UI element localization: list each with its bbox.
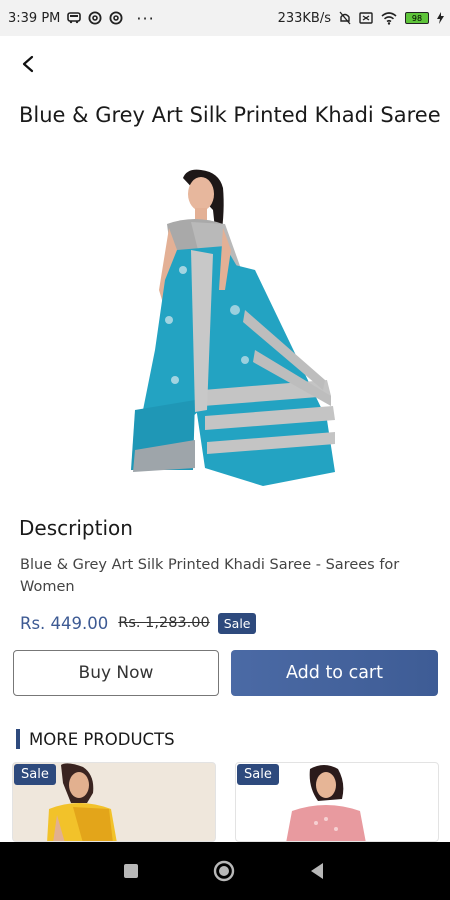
bus-icon <box>67 12 82 24</box>
section-accent-bar <box>16 729 20 749</box>
sale-badge: Sale <box>217 612 257 634</box>
at-icon <box>88 11 102 25</box>
back-triangle-icon[interactable] <box>309 862 325 880</box>
product-card[interactable]: Sale <box>235 762 439 842</box>
back-arrow-icon <box>22 55 34 73</box>
buy-now-button[interactable]: Buy Now <box>13 650 219 696</box>
status-bar: 3:39 PM ··· 233KB/s 98 <box>0 0 450 36</box>
product-image[interactable] <box>95 150 355 500</box>
back-button[interactable] <box>14 50 42 78</box>
clock: 3:39 PM <box>8 10 61 26</box>
at-icon <box>109 11 123 25</box>
add-to-cart-button[interactable]: Add to cart <box>231 650 438 696</box>
more-products-heading: MORE PRODUCTS <box>16 728 175 750</box>
mute-icon <box>339 11 351 25</box>
sale-badge: Sale <box>14 764 56 785</box>
recents-icon[interactable] <box>124 864 138 878</box>
sale-badge: Sale <box>237 764 279 785</box>
description-text: Blue & Grey Art Silk Printed Khadi Saree… <box>20 557 400 595</box>
product-card[interactable]: Sale <box>12 762 216 842</box>
wifi-icon <box>381 11 397 25</box>
sim-icon <box>359 12 373 24</box>
product-title: Blue & Grey Art Silk Printed Khadi Saree <box>19 103 441 127</box>
charging-icon <box>437 12 444 24</box>
price-row: Rs. 449.00 Rs. 1,283.00 Sale <box>20 610 257 636</box>
network-speed: 233KB/s <box>277 10 331 26</box>
original-price: Rs. 1,283.00 <box>118 615 210 631</box>
battery-icon: 98 <box>405 12 429 24</box>
more-notifications-icon: ··· <box>136 8 155 28</box>
more-products-label: MORE PRODUCTS <box>29 729 175 749</box>
home-icon[interactable] <box>213 860 235 882</box>
description-heading: Description <box>19 516 133 540</box>
sale-price: Rs. 449.00 <box>20 613 109 633</box>
